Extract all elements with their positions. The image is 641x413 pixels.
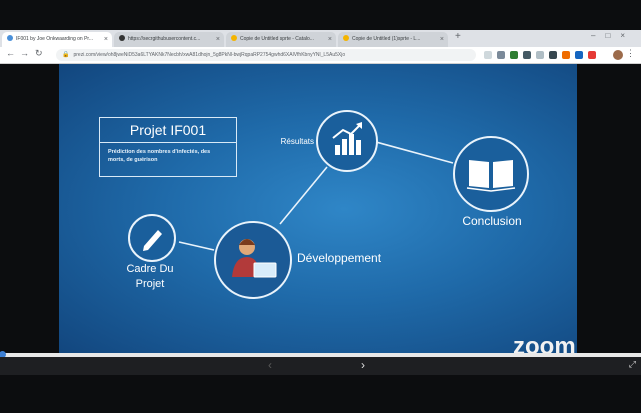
forward-button[interactable]: → (20, 48, 29, 58)
reload-button[interactable]: ↻ (35, 48, 43, 59)
resultats-node[interactable] (316, 110, 378, 172)
project-subtitle: Prédiction des nombres d'infectés, des m… (108, 149, 211, 163)
close-tab-icon[interactable]: × (104, 32, 108, 47)
conclusion-label: Conclusion (462, 214, 522, 228)
bar-chart-icon (332, 122, 362, 155)
new-tab-button[interactable]: + (455, 31, 461, 42)
extension-icon[interactable] (575, 51, 583, 59)
developpement-label: Développement (297, 251, 382, 265)
cadre-node[interactable] (128, 214, 176, 262)
browser-toolbar: ← → ↻ 🔒 prezi.com/view/oh8jweNiD53a6LTYAK… (0, 47, 641, 64)
pencil-icon (143, 230, 162, 251)
tab-copie-2[interactable]: Copie de Untitled (1)sprte - L... × (338, 32, 448, 47)
address-bar[interactable]: 🔒 prezi.com/view/oh8jweNiD53a6LTYAKNk7Nec… (56, 49, 476, 61)
profile-avatar[interactable] (613, 50, 623, 60)
tab-label: Copie de Untitled (1)sprte - L... (352, 36, 421, 42)
slides-favicon-icon (343, 35, 349, 41)
slides-favicon-icon (231, 35, 237, 41)
project-title: Projet IF001 (100, 118, 236, 143)
developer-at-laptop-icon (232, 239, 277, 278)
tab-copie-1[interactable]: Copie de Untitled sprte - Catalo... × (226, 32, 336, 47)
extension-icon[interactable] (523, 51, 531, 59)
close-tab-icon[interactable]: × (328, 32, 332, 47)
cadre-label: Cadre Du Projet (110, 262, 190, 292)
next-step-icon[interactable]: › (361, 358, 365, 372)
fullscreen-icon[interactable]: ⤢ (629, 359, 636, 370)
prezi-favicon-icon (7, 35, 13, 41)
extension-icon[interactable] (549, 51, 557, 59)
window-controls[interactable]: –□× (591, 31, 635, 40)
lock-icon: 🔒 (62, 52, 70, 58)
developpement-node[interactable] (214, 221, 292, 299)
star-icon[interactable] (484, 51, 492, 59)
github-favicon-icon (119, 35, 125, 41)
extension-icon[interactable] (536, 51, 544, 59)
tab-label: https://secrgithubusercontent.c... (128, 36, 201, 42)
prezi-control-bar: ‹ › ⤢ (0, 357, 641, 375)
close-tab-icon[interactable]: × (440, 32, 444, 47)
url-text: prezi.com/view/oh8jweNiD53a6LTYAKNk7Necb… (73, 52, 346, 58)
open-book-icon (466, 160, 516, 192)
project-title-box: Projet IF001 Prédiction des nombres d'in… (99, 117, 237, 177)
tab-github[interactable]: https://secrgithubusercontent.c... × (114, 32, 224, 47)
previous-step-icon[interactable]: ‹ (268, 358, 272, 372)
extension-icon[interactable] (588, 51, 596, 59)
back-button[interactable]: ← (6, 48, 15, 58)
tab-prezi[interactable]: IF001 by Joe Onkwaarding on Pr... × (2, 32, 112, 47)
extension-icon[interactable] (562, 51, 570, 59)
resultats-label: Résultats (280, 137, 314, 146)
tab-label: IF001 by Joe Onkwaarding on Pr... (16, 36, 93, 42)
conclusion-node[interactable] (453, 136, 529, 212)
cadre-label-line2: Projet (135, 278, 165, 290)
prezi-presentation: Projet IF001 Prédiction des nombres d'in… (59, 64, 577, 354)
tab-label: Copie de Untitled sprte - Catalo... (240, 36, 314, 42)
tab-strip: IF001 by Joe Onkwaarding on Pr... × https… (0, 30, 641, 47)
close-tab-icon[interactable]: × (216, 32, 220, 47)
extension-icon[interactable] (510, 51, 518, 59)
browser-menu-icon[interactable]: ⋮ (626, 48, 635, 59)
cadre-label-line1: Cadre Du (126, 263, 174, 275)
extension-icon[interactable] (497, 51, 505, 59)
